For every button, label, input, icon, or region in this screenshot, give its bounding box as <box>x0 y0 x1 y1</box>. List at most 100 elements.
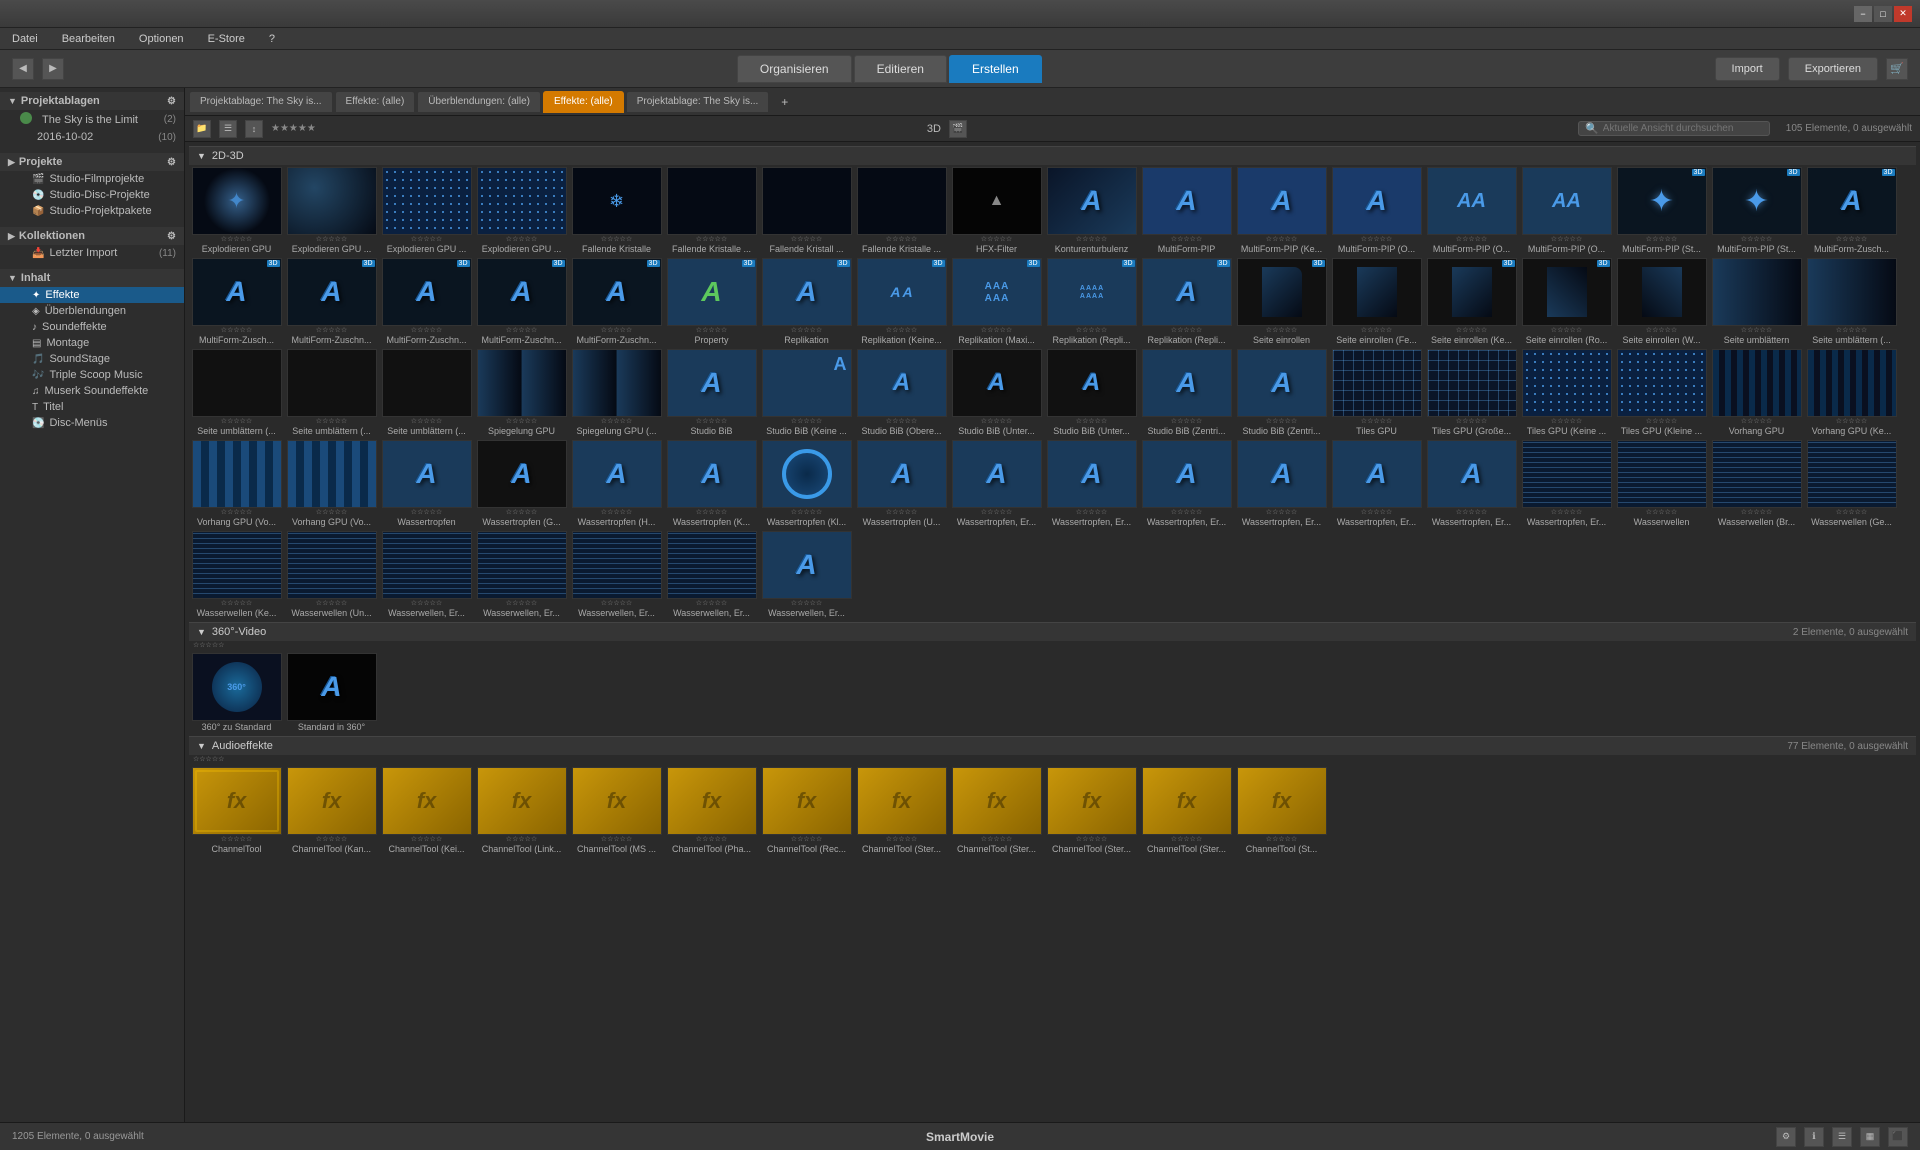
close-button[interactable]: ✕ <box>1894 6 1912 22</box>
grid-item-vorhang-2[interactable]: ☆☆☆☆☆ Vorhang GPU (Ke... <box>1804 347 1899 438</box>
sidebar-item-ueberblendungen[interactable]: ◈ Überblendungen <box>0 303 184 319</box>
grid-item-studiobib-3[interactable]: A ☆☆☆☆☆ Studio BiB (Obere... <box>854 347 949 438</box>
grid-item-channeltool-1[interactable]: fx ☆☆☆☆☆ ChannelTool <box>189 765 284 856</box>
grid-item-fallende-2[interactable]: ☆☆☆☆☆ Fallende Kristalle ... <box>664 165 759 256</box>
add-tab-button[interactable]: + <box>775 95 794 109</box>
grid-item-fallende-4[interactable]: ☆☆☆☆☆ Fallende Kristalle ... <box>854 165 949 256</box>
grid-item-multiform-zusch-3[interactable]: A 3D ☆☆☆☆☆ MultiForm-Zuschn... <box>284 256 379 347</box>
sidebar-item-titel[interactable]: T Titel <box>0 399 184 415</box>
grid-item-wasserwellen-1[interactable]: ☆☆☆☆☆ Wassertropfen, Er... <box>1519 438 1614 529</box>
cart-button[interactable]: 🛒 <box>1886 58 1908 80</box>
grid-item-multiform-zusch-4[interactable]: A 3D ☆☆☆☆☆ MultiForm-Zuschn... <box>379 256 474 347</box>
grid-item-fallende-3[interactable]: ☆☆☆☆☆ Fallende Kristall ... <box>759 165 854 256</box>
menu-optionen[interactable]: Optionen <box>135 31 188 47</box>
grid-item-explodieren-4[interactable]: ☆☆☆☆☆ Explodieren GPU ... <box>474 165 569 256</box>
grid-item-multiform-zusch-2[interactable]: A 3D ☆☆☆☆☆ MultiForm-Zusch... <box>189 256 284 347</box>
grid-item-studiobib-1[interactable]: A ☆☆☆☆☆ Studio BiB <box>664 347 759 438</box>
grid-item-fallende-1[interactable]: ❄ ☆☆☆☆☆ Fallende Kristalle <box>569 165 664 256</box>
grid-item-seite-umb4[interactable]: ☆☆☆☆☆ Seite umblättern (... <box>284 347 379 438</box>
grid-item-wasserwellen-er3[interactable]: ☆☆☆☆☆ Wasserwellen, Er... <box>474 529 569 620</box>
grid-item-tiles-2[interactable]: ☆☆☆☆☆ Tiles GPU (Große... <box>1424 347 1519 438</box>
sidebar-item-filmprojekte[interactable]: 🎬 Studio-Filmprojekte <box>0 171 184 187</box>
grid-item-wasser-er2[interactable]: A ☆☆☆☆☆ Wassertropfen, Er... <box>949 438 1044 529</box>
grid-item-replikation-5[interactable]: A 3D ☆☆☆☆☆ Replikation (Repli... <box>1139 256 1234 347</box>
status-icon-5[interactable]: ⬛ <box>1888 1127 1908 1147</box>
menu-datei[interactable]: Datei <box>8 31 42 47</box>
sidebar-header-projektablagen[interactable]: ▼ Projektablagen ⚙ <box>0 92 184 110</box>
sidebar-item-letzter-import[interactable]: 📥 Letzter Import (11) <box>0 245 184 261</box>
category-header-audio[interactable]: ▼ Audioeffekte 77 Elemente, 0 ausgewählt <box>189 736 1916 755</box>
content-tab-4[interactable]: Projektablage: The Sky is... <box>626 91 770 113</box>
sidebar-item-montage[interactable]: ▤ Montage <box>0 335 184 351</box>
grid-item-hfx[interactable]: ▲ ☆☆☆☆☆ HFX-Filter <box>949 165 1044 256</box>
sidebar-header-inhalt[interactable]: ▼ Inhalt <box>0 269 184 287</box>
grid-item-studiobib-4[interactable]: A ☆☆☆☆☆ Studio BiB (Unter... <box>949 347 1044 438</box>
grid-item-multiform-pip-st1[interactable]: ✦ 3D ☆☆☆☆☆ MultiForm-PIP (St... <box>1614 165 1709 256</box>
grid-item-wasser-er7[interactable]: A ☆☆☆☆☆ Wassertropfen, Er... <box>1424 438 1519 529</box>
search-input[interactable] <box>1603 123 1763 134</box>
grid-item-multiform-pip-o3[interactable]: AA ☆☆☆☆☆ MultiForm-PIP (O... <box>1519 165 1614 256</box>
grid-item-seite-umb5[interactable]: ☆☆☆☆☆ Seite umblättern (... <box>379 347 474 438</box>
grid-item-explodieren-1[interactable]: ✦ ☆☆☆☆☆ Explodieren GPU <box>189 165 284 256</box>
content-tab-0[interactable]: Projektablage: The Sky is... <box>189 91 333 113</box>
grid-item-wasser-er4[interactable]: A ☆☆☆☆☆ Wassertropfen, Er... <box>1139 438 1234 529</box>
grid-item-standard-360[interactable]: A Standard in 360° <box>284 651 379 734</box>
grid-item-wasserwellen-2[interactable]: ☆☆☆☆☆ Wasserwellen <box>1614 438 1709 529</box>
grid-item-channeltool-9[interactable]: fx ☆☆☆☆☆ ChannelTool (Ster... <box>949 765 1044 856</box>
grid-item-vorhang-1[interactable]: ☆☆☆☆☆ Vorhang GPU <box>1709 347 1804 438</box>
grid-area[interactable]: ▼ 2D-3D ✦ ☆☆☆☆☆ Explodieren GPU <box>185 142 1920 1122</box>
category-header-360[interactable]: ▼ 360°-Video 2 Elemente, 0 ausgewählt <box>189 622 1916 641</box>
grid-item-multiform-1[interactable]: A ☆☆☆☆☆ MultiForm-PIP <box>1139 165 1234 256</box>
sidebar-item-triple-scoop[interactable]: 🎶 Triple Scoop Music <box>0 367 184 383</box>
grid-item-multiform-pip-o1[interactable]: A ☆☆☆☆☆ MultiForm-PIP (O... <box>1329 165 1424 256</box>
category-header-2d-3d[interactable]: ▼ 2D-3D <box>189 146 1916 165</box>
projektablagen-settings[interactable]: ⚙ <box>167 96 176 107</box>
tab-editieren[interactable]: Editieren <box>854 55 947 83</box>
grid-item-zuschnitt[interactable]: A ☆☆☆☆☆ Wasserwellen, Er... <box>759 529 854 620</box>
minimize-button[interactable]: − <box>1854 6 1872 22</box>
menu-bearbeiten[interactable]: Bearbeiten <box>58 31 119 47</box>
grid-item-multiform-zusch-1[interactable]: A 3D ☆☆☆☆☆ MultiForm-Zusch... <box>1804 165 1899 256</box>
grid-item-wasser-2[interactable]: A ☆☆☆☆☆ Wassertropfen (G... <box>474 438 569 529</box>
grid-item-channeltool-3[interactable]: fx ☆☆☆☆☆ ChannelTool (Kei... <box>379 765 474 856</box>
grid-item-wasser-er5[interactable]: A ☆☆☆☆☆ Wassertropfen, Er... <box>1234 438 1329 529</box>
grid-item-wasserwellen-er4[interactable]: ☆☆☆☆☆ Wasserwellen, Er... <box>569 529 664 620</box>
grid-item-wasserwellen-er2[interactable]: ☆☆☆☆☆ Wasserwellen, Er... <box>379 529 474 620</box>
folder-icon[interactable]: 📁 <box>193 120 211 138</box>
sidebar-item-disc-menus[interactable]: 💽 Disc-Menüs <box>0 415 184 431</box>
grid-item-explodieren-3[interactable]: ☆☆☆☆☆ Explodieren GPU ... <box>379 165 474 256</box>
status-icon-3[interactable]: ☰ <box>1832 1127 1852 1147</box>
list-view-icon[interactable]: ☰ <box>219 120 237 138</box>
grid-item-multiform-zusch-5[interactable]: A 3D ☆☆☆☆☆ MultiForm-Zuschn... <box>474 256 569 347</box>
projekte-settings[interactable]: ⚙ <box>167 157 176 168</box>
menu-help[interactable]: ? <box>265 31 279 47</box>
rating-filter[interactable]: ★★★★★ <box>271 123 316 134</box>
sidebar-item-soundstage[interactable]: 🎵 SoundStage <box>0 351 184 367</box>
grid-item-studiobib-5[interactable]: A ☆☆☆☆☆ Studio BiB (Unter... <box>1044 347 1139 438</box>
sidebar-item-discprojekte[interactable]: 💿 Studio-Disc-Projekte <box>0 187 184 203</box>
grid-item-studiobib-zentri2[interactable]: A ☆☆☆☆☆ Studio BiB (Zentri... <box>1234 347 1329 438</box>
grid-item-wasserwellen-ge[interactable]: ☆☆☆☆☆ Wasserwellen (Br... <box>1709 438 1804 529</box>
grid-item-replikation-3[interactable]: A A A A A A 3D ☆☆☆☆☆ Replikation (Maxi..… <box>949 256 1044 347</box>
grid-item-multiform-pip-st2[interactable]: ✦ 3D ☆☆☆☆☆ MultiForm-PIP (St... <box>1709 165 1804 256</box>
sidebar-item-effekte[interactable]: ✦ Effekte <box>0 287 184 303</box>
grid-item-wasserwellen-er5[interactable]: ☆☆☆☆☆ Wasserwellen, Er... <box>664 529 759 620</box>
grid-item-vorhang-3[interactable]: ☆☆☆☆☆ Vorhang GPU (Vo... <box>189 438 284 529</box>
grid-item-studiobib-zentri1[interactable]: A ☆☆☆☆☆ Studio BiB (Zentri... <box>1139 347 1234 438</box>
grid-item-channeltool-7[interactable]: fx ☆☆☆☆☆ ChannelTool (Rec... <box>759 765 854 856</box>
sidebar-item-date[interactable]: 2016-10-02 (10) <box>0 129 184 145</box>
sidebar-header-projekte[interactable]: ▶ Projekte ⚙ <box>0 153 184 171</box>
grid-item-seite-4[interactable]: 3D ☆☆☆☆☆ Seite einrollen (Ro... <box>1519 256 1614 347</box>
sidebar-item-muserk[interactable]: ♫ Muserk Soundeffekte <box>0 383 184 399</box>
content-tab-2[interactable]: Überblendungen: (alle) <box>417 91 541 113</box>
3d-icon[interactable]: 🎬 <box>949 120 967 138</box>
grid-item-tiles-4[interactable]: ☆☆☆☆☆ Tiles GPU (Kleine ... <box>1614 347 1709 438</box>
grid-item-wasser-5[interactable]: ☆☆☆☆☆ Wassertropfen (Kl... <box>759 438 854 529</box>
grid-item-seite-umb2[interactable]: ☆☆☆☆☆ Seite umblättern (... <box>1804 256 1899 347</box>
grid-item-studiobib-2[interactable]: A ☆☆☆☆☆ Studio BiB (Keine ... <box>759 347 854 438</box>
kollektionen-settings[interactable]: ⚙ <box>167 231 176 242</box>
grid-item-wasserwellen-er1[interactable]: ☆☆☆☆☆ Wasserwellen (Un... <box>284 529 379 620</box>
grid-item-channeltool-8[interactable]: fx ☆☆☆☆☆ ChannelTool (Ster... <box>854 765 949 856</box>
grid-item-channeltool-10[interactable]: fx ☆☆☆☆☆ ChannelTool (Ster... <box>1044 765 1139 856</box>
grid-item-seite-1[interactable]: 3D ☆☆☆☆☆ Seite einrollen <box>1234 256 1329 347</box>
